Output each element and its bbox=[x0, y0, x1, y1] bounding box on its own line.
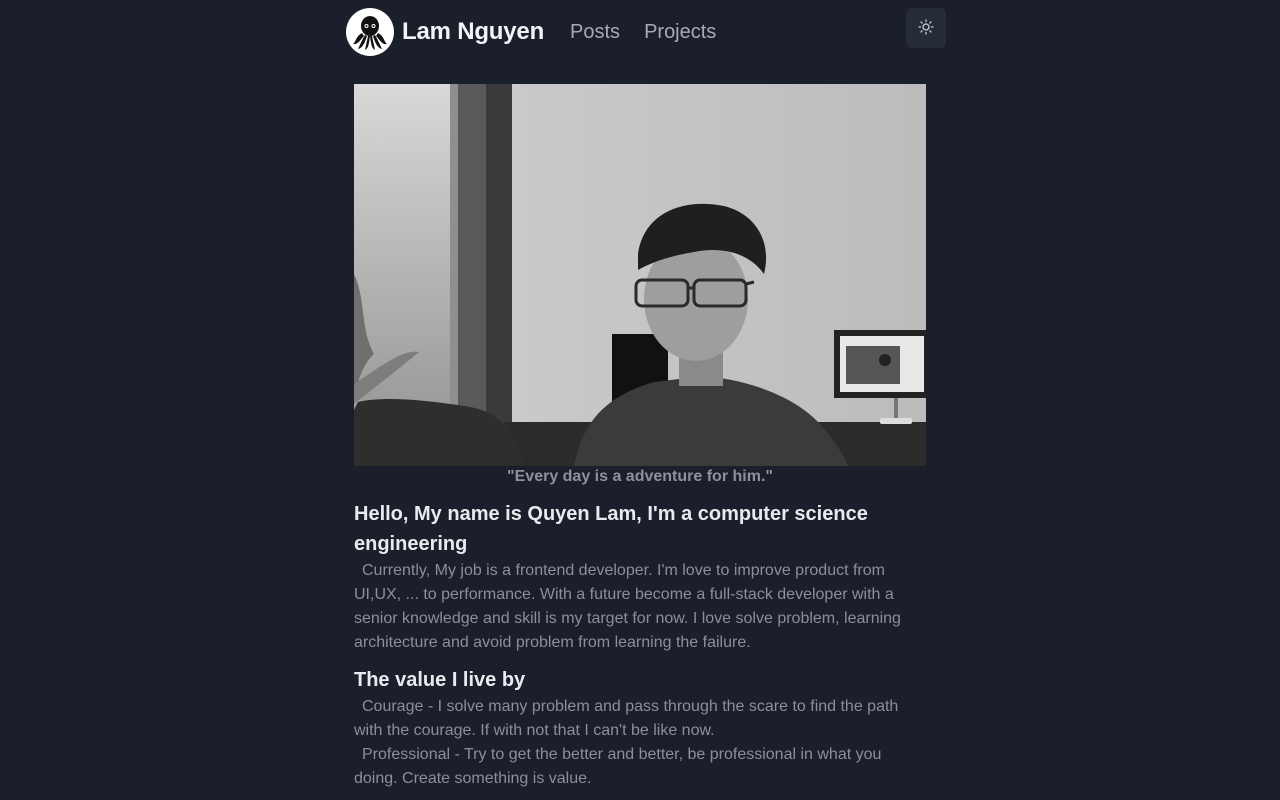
octopus-icon[interactable] bbox=[346, 8, 394, 56]
value-item: Professional - Try to get the better and… bbox=[354, 746, 882, 787]
nav-link-posts[interactable]: Posts bbox=[570, 21, 620, 44]
intro-paragraph: Currently, My job is a frontend develope… bbox=[354, 562, 901, 651]
intro-heading: Hello, My name is Quyen Lam, I'm a compu… bbox=[354, 503, 868, 555]
values-heading: The value I live by bbox=[354, 669, 526, 691]
brand-name[interactable]: Lam Nguyen bbox=[402, 18, 544, 46]
about-section: Hello, My name is Quyen Lam, I'm a compu… bbox=[354, 499, 926, 791]
photo-caption: "Every day is a adventure for him." bbox=[507, 468, 773, 485]
nav-link-projects[interactable]: Projects bbox=[644, 21, 716, 44]
theme-toggle-button[interactable] bbox=[906, 8, 946, 48]
sun-icon bbox=[918, 18, 934, 38]
value-item: Courage - I solve many problem and pass … bbox=[354, 698, 899, 739]
profile-photo bbox=[354, 84, 926, 466]
top-nav: Lam Nguyen Posts Projects bbox=[346, 8, 946, 56]
